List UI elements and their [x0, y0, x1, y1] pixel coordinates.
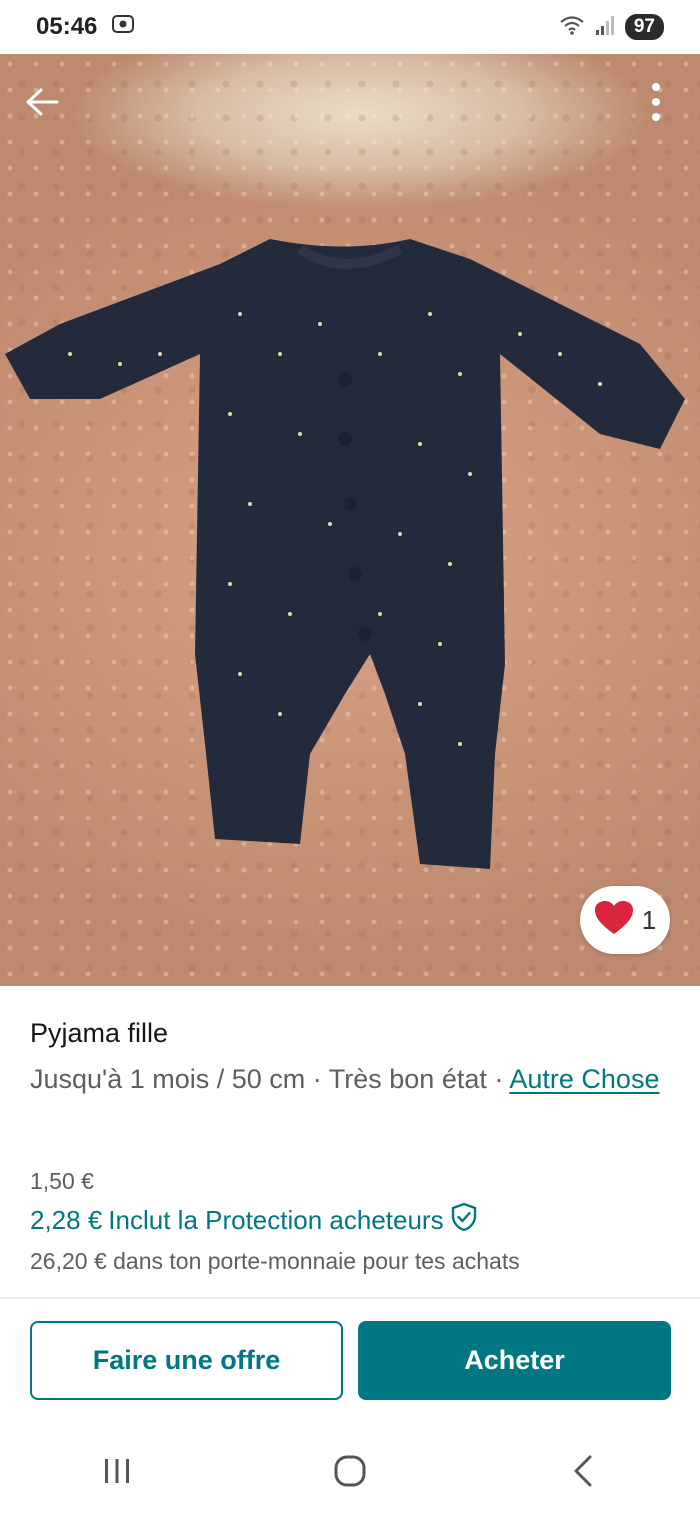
screen-record-icon: [111, 13, 135, 42]
more-vertical-icon: [651, 82, 661, 127]
brand-link[interactable]: Autre Chose: [509, 1064, 659, 1094]
listing-details: Pyjama fille Jusqu'à 1 mois / 50 cm · Tr…: [30, 1018, 670, 1099]
total-price: 2,28 €: [30, 1205, 103, 1235]
recent-apps-icon: [102, 1457, 132, 1490]
item-meta: Jusqu'à 1 mois / 50 cm · Très bon état ·…: [30, 1059, 670, 1099]
product-photo[interactable]: 1: [0, 54, 700, 986]
make-offer-button[interactable]: Faire une offre: [30, 1321, 343, 1400]
status-time: 05:46: [36, 13, 98, 40]
home-icon: [334, 1455, 366, 1492]
status-bar: 05:46 97: [0, 0, 700, 54]
back-button[interactable]: [12, 74, 72, 134]
divider: [0, 1297, 700, 1299]
signal-icon: [595, 14, 615, 41]
battery-icon: 97: [624, 14, 664, 40]
chevron-left-icon: [572, 1455, 594, 1492]
favorite-count: 1: [641, 904, 657, 935]
item-price: 1,50 €: [30, 1168, 94, 1194]
wallet-balance-note: 26,20 € dans ton porte-monnaie pour tes …: [30, 1248, 520, 1274]
recent-apps-button[interactable]: [77, 1444, 157, 1504]
protection-label: Inclut la Protection acheteurs: [108, 1205, 444, 1235]
shield-check-icon: [450, 1202, 478, 1239]
system-back-button[interactable]: [543, 1444, 623, 1504]
item-title: Pyjama fille: [30, 1018, 169, 1048]
system-nav-bar: [0, 1430, 700, 1517]
back-arrow-icon: [25, 87, 59, 122]
wifi-icon: [559, 14, 585, 41]
favorite-button[interactable]: 1: [580, 886, 670, 954]
price-with-protection[interactable]: 2,28 € Inclut la Protection acheteurs: [30, 1202, 478, 1239]
romper-image: [5, 239, 685, 869]
heart-icon: [594, 900, 634, 941]
home-button[interactable]: [310, 1444, 390, 1504]
more-options-button[interactable]: [626, 74, 686, 134]
size-condition-text: Jusqu'à 1 mois / 50 cm · Très bon état ·: [30, 1064, 510, 1094]
buy-button[interactable]: Acheter: [358, 1321, 671, 1400]
